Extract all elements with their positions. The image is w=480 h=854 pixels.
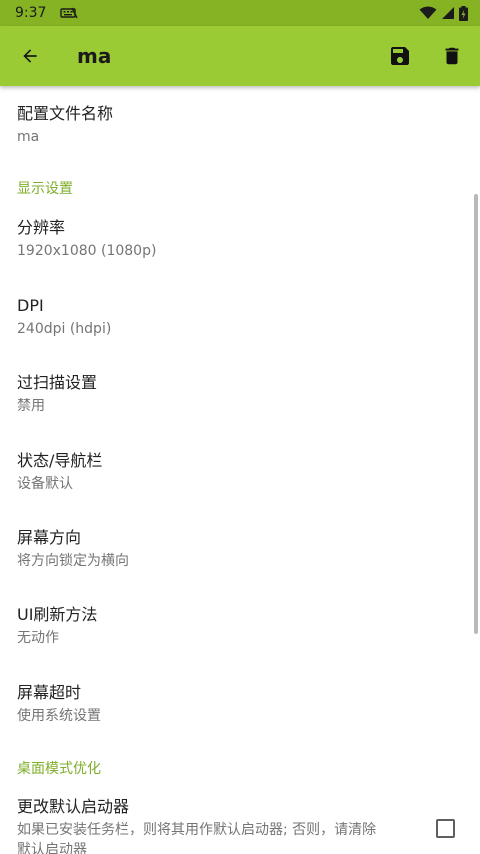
pref-dpi[interactable]: DPI 240dpi (hdpi) [17,295,410,339]
category-display-settings: 显示设置 [17,181,73,197]
pref-title: 屏幕超时 [17,683,82,702]
back-button[interactable] [0,26,60,86]
pref-status-nav-bar[interactable]: 状态/导航栏 设备默认 [17,450,410,494]
default-launcher-checkbox[interactable] [436,819,455,838]
pref-title: 屏幕方向 [17,528,82,547]
pref-title: 更改默认启动器 [17,797,130,816]
status-time: 9:37 [15,5,47,21]
pref-title: 配置文件名称 [17,104,114,123]
page-title: ma [77,44,112,68]
pref-screen-timeout[interactable]: 屏幕超时 使用系统设置 [17,682,410,726]
pref-summary: 无动作 [17,630,59,646]
wifi-icon [415,6,437,20]
keyboard-notification-icon [56,7,79,19]
pref-summary-line-2: 默认启动器 [17,842,87,854]
pref-summary: 设备默认 [17,476,73,492]
save-button[interactable] [374,26,426,86]
pref-orientation[interactable]: 屏幕方向 将方向锁定为横向 [17,527,410,571]
arrow-back-icon [23,49,37,63]
pref-overscan[interactable]: 过扫描设置 禁用 [17,372,410,416]
pref-profile-name[interactable]: 配置文件名称 ma [17,103,410,147]
pref-title: 分辨率 [17,218,66,237]
app-bar: ma [0,26,480,86]
pref-summary: 将方向锁定为横向 [17,553,129,569]
cell-signal-icon [437,6,455,20]
battery-icon [455,5,468,21]
delete-icon [445,47,459,65]
save-icon [391,47,409,65]
pref-title: 过扫描设置 [17,373,98,392]
pref-summary: 1920x1080 (1080p) [17,243,157,259]
preferences-list[interactable]: 配置文件名称 ma 显示设置 分辨率 1920x1080 (1080p) DPI… [0,86,480,854]
pref-summary: 禁用 [17,398,45,414]
pref-title: 状态/导航栏 [17,451,103,470]
pref-title: DPI [17,296,44,315]
pref-default-launcher[interactable]: 更改默认启动器 如果已安装任务栏，则将其用作默认启动器; 否则，请清除 默认启动… [17,796,420,854]
pref-title: UI刷新方法 [17,605,98,624]
pref-summary: ma [17,129,40,145]
status-bar: 9:37 [0,0,480,26]
category-desktop-mode: 桌面模式优化 [17,761,101,777]
pref-summary-line-1: 如果已安装任务栏，则将其用作默认启动器; 否则，请清除 [17,822,377,838]
delete-button[interactable] [426,26,478,86]
pref-resolution[interactable]: 分辨率 1920x1080 (1080p) [17,217,410,261]
pref-summary: 使用系统设置 [17,708,101,724]
pref-ui-refresh[interactable]: UI刷新方法 无动作 [17,604,410,648]
scrollbar-thumb[interactable] [474,194,478,634]
pref-summary: 240dpi (hdpi) [17,321,112,337]
